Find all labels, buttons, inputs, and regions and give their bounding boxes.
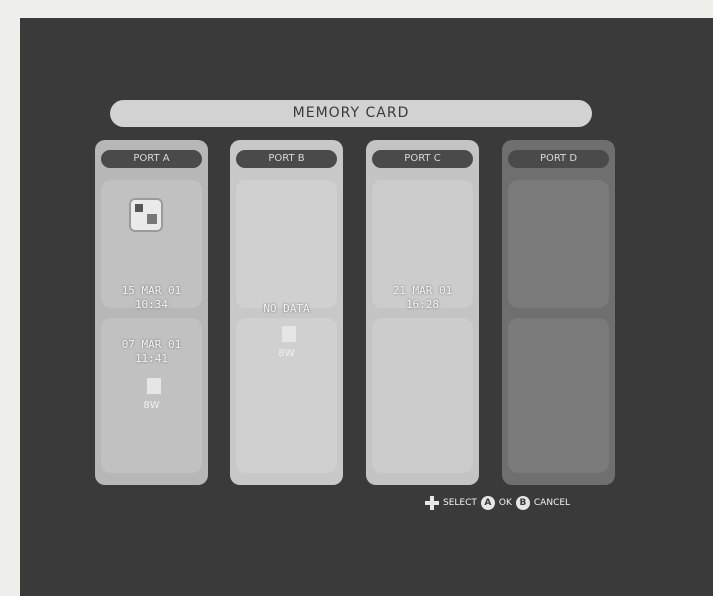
port-a-header: PORT A xyxy=(101,150,202,168)
save-file-icon xyxy=(129,198,163,232)
save-slot-1[interactable]: NO DATA 8W xyxy=(236,302,337,473)
port-b-column[interactable]: PORT B NO DATA 8W xyxy=(230,140,343,485)
a-button-icon: A xyxy=(480,496,495,510)
dpad-icon xyxy=(425,496,439,510)
cancel-hint: CANCEL xyxy=(533,498,571,508)
save-blocks: 8W xyxy=(143,400,160,411)
port-c-column[interactable]: PORT C 21 MAR 01 16:28 xyxy=(366,140,479,485)
empty-slot[interactable] xyxy=(372,318,473,473)
save-time: 16:28 xyxy=(405,298,440,311)
memory-card-title-bar: MEMORY CARD xyxy=(110,100,592,127)
save-date: 15 MAR 01 xyxy=(121,284,182,297)
port-b-header: PORT B xyxy=(236,150,337,168)
b-button-icon: B xyxy=(515,496,530,510)
ok-hint: OK xyxy=(498,498,512,508)
page-frame: MEMORY CARD PORT A 15 MAR 01 10:34 07 MA… xyxy=(0,0,713,596)
save-date: 07 MAR 01 xyxy=(121,338,182,351)
save-date: NO DATA xyxy=(263,302,310,315)
save-time: 11:41 xyxy=(134,352,169,365)
save-slot-1[interactable]: 15 MAR 01 10:34 xyxy=(101,180,202,311)
port-d-column[interactable]: PORT D xyxy=(502,140,615,485)
memory-card-title: MEMORY CARD xyxy=(292,105,410,121)
port-c-header: PORT C xyxy=(372,150,473,168)
select-hint: SELECT xyxy=(443,498,477,508)
save-block-icon xyxy=(147,378,161,394)
save-date: 21 MAR 01 xyxy=(392,284,453,297)
save-time: 10:34 xyxy=(134,298,169,311)
control-hints: SELECT A OK B CANCEL xyxy=(425,494,570,512)
save-blocks: 8W xyxy=(278,348,295,359)
empty-slot[interactable] xyxy=(508,180,609,308)
save-block-icon xyxy=(282,326,296,342)
port-d-header: PORT D xyxy=(508,150,609,168)
save-slot-2[interactable]: 07 MAR 01 11:41 8W xyxy=(101,318,202,473)
empty-slot[interactable] xyxy=(236,180,337,308)
port-a-column[interactable]: PORT A 15 MAR 01 10:34 07 MAR 01 11:41 8… xyxy=(95,140,208,485)
empty-slot[interactable] xyxy=(508,318,609,473)
save-slot-1[interactable]: 21 MAR 01 16:28 xyxy=(372,180,473,311)
